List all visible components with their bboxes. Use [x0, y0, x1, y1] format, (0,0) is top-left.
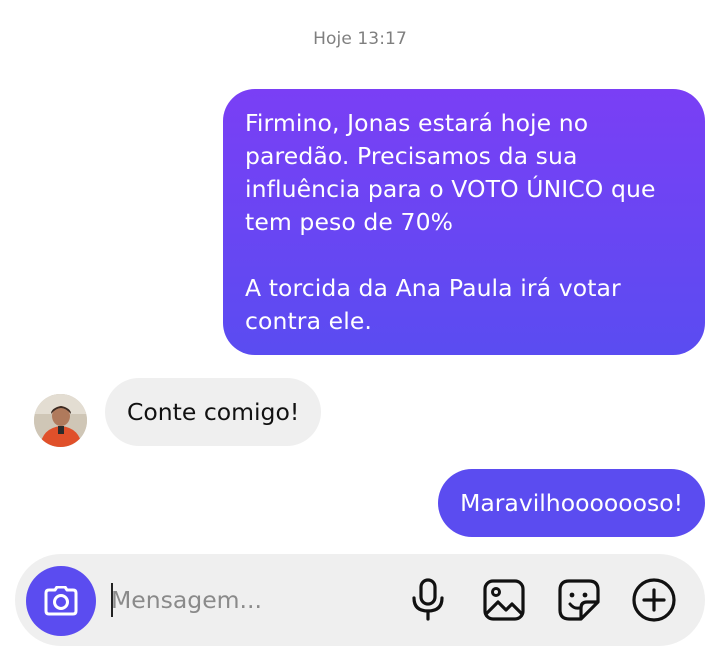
- incoming-message-bubble[interactable]: Conte comigo!: [105, 378, 322, 446]
- message-timestamp: Hoje 13:17: [313, 29, 407, 49]
- microphone-button[interactable]: [405, 577, 451, 623]
- message-composer: [15, 554, 705, 646]
- sticker-icon: [558, 579, 600, 621]
- image-icon: [483, 579, 525, 621]
- avatar-photo: [34, 394, 87, 447]
- add-button[interactable]: [631, 577, 677, 623]
- gallery-button[interactable]: [481, 577, 527, 623]
- sticker-button[interactable]: [556, 577, 602, 623]
- camera-button[interactable]: [26, 566, 96, 636]
- plus-circle-icon: [632, 578, 676, 622]
- microphone-icon: [412, 578, 444, 621]
- message-input[interactable]: [111, 578, 381, 622]
- camera-icon: [44, 586, 78, 616]
- contact-avatar[interactable]: [34, 394, 87, 447]
- chat-screen: Hoje 13:17 Firmino, Jonas estará hoje no…: [0, 0, 720, 649]
- outgoing-message-bubble[interactable]: Firmino, Jonas estará hoje no paredão. P…: [223, 89, 705, 355]
- outgoing-message-bubble[interactable]: Maravilhooooooso!: [438, 469, 705, 537]
